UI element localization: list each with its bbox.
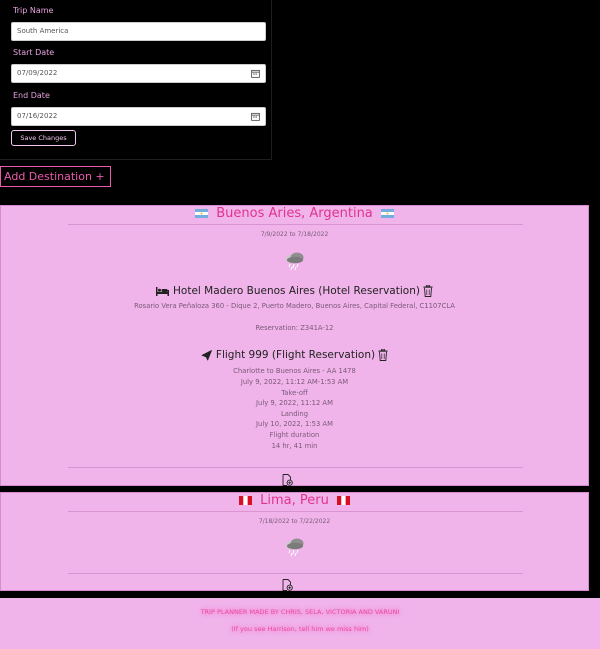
add-reservation-icon[interactable] [282, 474, 293, 486]
takeoff-time: July 9, 2022, 11:12 AM [256, 399, 333, 407]
flight-route: Charlotte to Buenos Aires - AA 1478 [233, 367, 356, 375]
bed-icon [156, 286, 170, 296]
plane-icon [201, 349, 212, 360]
trash-icon[interactable] [423, 285, 433, 297]
rain-cloud-icon [286, 538, 304, 557]
takeoff-label: Take-off [281, 389, 308, 397]
destination-title: Buenos Aries, Argentina [1, 206, 588, 221]
end-date-input[interactable]: 07/16/2022 [11, 107, 266, 126]
landing-label: Landing [280, 410, 309, 418]
destination-dates: 7/18/2022 to 7/22/2022 [258, 518, 331, 525]
hotel-reservation-code: Reservation: Z341A-12 [255, 324, 334, 332]
flight-name: Flight 999 (Flight Reservation) [215, 349, 376, 361]
footer: TRIP PLANNER MADE BY CHRIS, SELA, VICTOR… [0, 598, 600, 649]
destination-card: Lima, Peru 7/18/2022 to 7/22/2022 [0, 492, 589, 610]
trip-name-label: Trip Name [13, 6, 54, 15]
divider [68, 573, 523, 574]
add-reservation-icon[interactable] [282, 579, 293, 591]
trip-edit-form: Trip Name South America Start Date 07/09… [0, 0, 272, 160]
footer-credits: TRIP PLANNER MADE BY CHRIS, SELA, VICTOR… [200, 608, 400, 616]
landing-time: July 10, 2022, 1:53 AM [256, 420, 333, 428]
trip-name-input[interactable]: South America [11, 22, 266, 41]
destination-title: Lima, Peru [1, 493, 588, 508]
peru-flag-icon [239, 496, 253, 505]
end-date-value: 07/16/2022 [17, 112, 58, 120]
argentina-flag-icon [195, 209, 209, 218]
flight-reservation-title: Flight 999 (Flight Reservation) [1, 349, 588, 361]
hotel-name: Hotel Madero Buenos Aires (Hotel Reserva… [173, 285, 420, 297]
footer-note: (If you see Harrison, tell him we miss h… [231, 625, 369, 633]
destination-name: Buenos Aries, Argentina [216, 206, 373, 221]
flight-times: July 9, 2022, 11:12 AM-1:53 AM [240, 378, 349, 386]
rain-cloud-icon [286, 252, 304, 271]
calendar-icon[interactable] [251, 69, 260, 78]
peru-flag-icon [336, 496, 350, 505]
divider [68, 224, 523, 225]
hotel-address: Rosario Vera Peñaloza 360 - Dique 2, Pue… [134, 302, 455, 310]
destination-name: Lima, Peru [260, 493, 329, 508]
divider [68, 467, 523, 468]
hotel-reservation-title: Hotel Madero Buenos Aires (Hotel Reserva… [1, 285, 588, 297]
destination-dates: 7/9/2022 to 7/18/2022 [260, 231, 329, 238]
argentina-flag-icon [380, 209, 394, 218]
start-date-value: 07/09/2022 [17, 69, 58, 77]
start-date-label: Start Date [13, 48, 55, 57]
duration-label: Flight duration [269, 431, 320, 439]
card-actions [282, 576, 310, 610]
trip-name-value: South America [17, 27, 69, 35]
save-changes-button[interactable]: Save Changes [11, 130, 76, 146]
add-destination-button[interactable]: Add Destination + [0, 166, 111, 187]
flight-duration: 14 hr, 41 min [271, 442, 318, 450]
start-date-input[interactable]: 07/09/2022 [11, 64, 266, 83]
end-date-label: End Date [13, 91, 50, 100]
card-actions [282, 471, 310, 505]
trash-icon[interactable] [378, 349, 388, 361]
divider [68, 511, 523, 512]
calendar-icon[interactable] [251, 112, 260, 121]
destination-card: Buenos Aries, Argentina 7/9/2022 to 7/18… [0, 205, 589, 505]
